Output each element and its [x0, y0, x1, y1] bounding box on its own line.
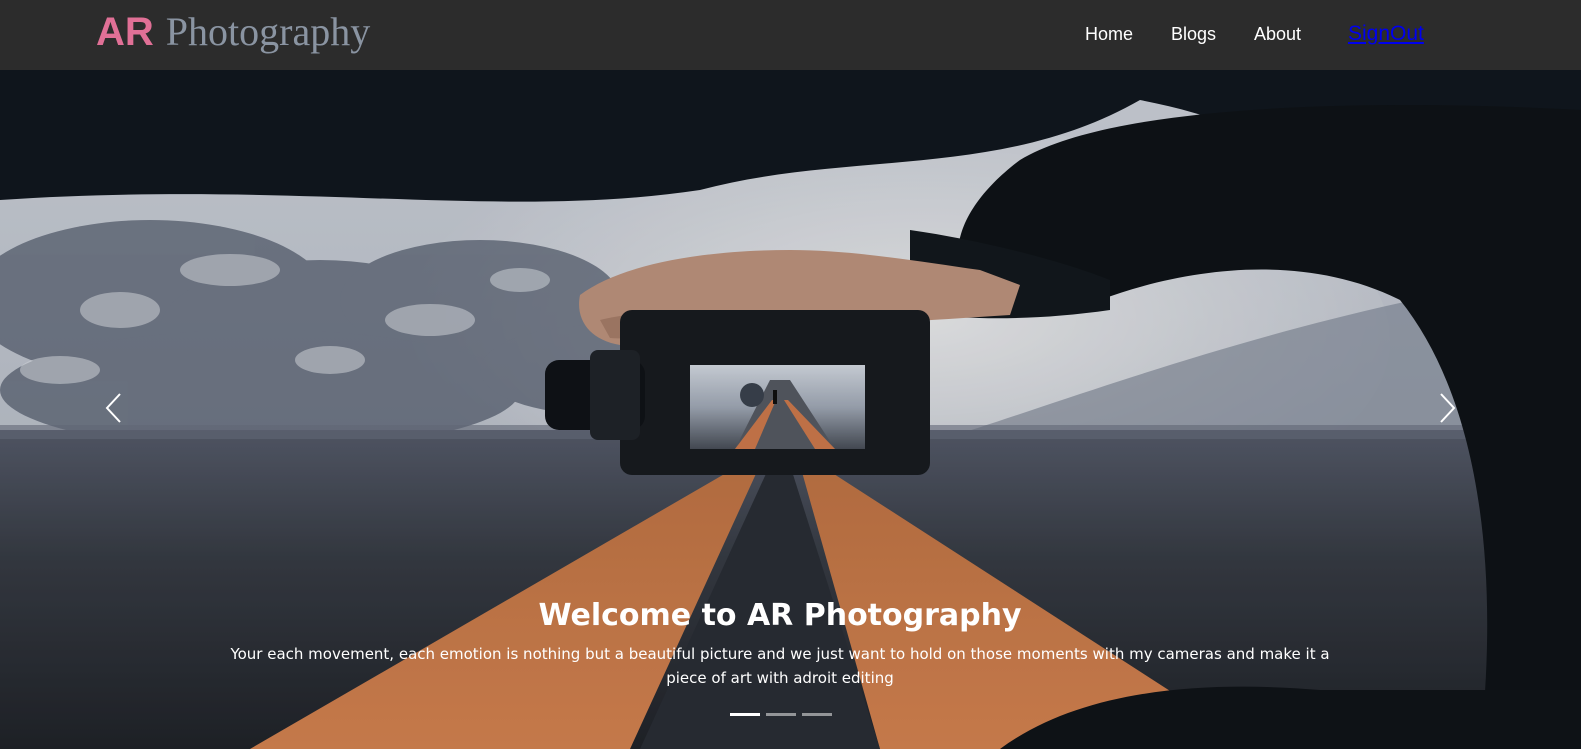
brand-logo[interactable]: AR Photography [96, 8, 370, 58]
carousel-indicator[interactable] [766, 713, 796, 716]
carousel-indicator[interactable] [730, 713, 760, 716]
navbar: AR Photography Home Blogs About SignOut [0, 0, 1581, 70]
carousel-indicators [730, 713, 832, 716]
chevron-right-icon [1440, 393, 1456, 423]
nav-home-link[interactable]: Home [1085, 24, 1133, 45]
carousel-prev-button[interactable] [94, 388, 134, 428]
nav-about-link[interactable]: About [1254, 24, 1301, 45]
hero-carousel: Welcome to AR Photography Your each move… [0, 70, 1581, 749]
brand-ar-text: AR [96, 10, 154, 54]
carousel-caption-title: Welcome to AR Photography [538, 598, 1022, 633]
carousel-caption-text: Your each movement, each emotion is noth… [230, 645, 1330, 687]
nav-blogs-link[interactable]: Blogs [1171, 24, 1216, 45]
carousel-indicator[interactable] [802, 713, 832, 716]
nav-signout-link[interactable]: SignOut [1348, 22, 1424, 46]
carousel-next-button[interactable] [1427, 388, 1467, 428]
carousel-caption: Welcome to AR Photography Your each move… [230, 594, 1330, 690]
chevron-left-icon [105, 393, 121, 423]
brand-photography-text: Photography [165, 9, 371, 54]
